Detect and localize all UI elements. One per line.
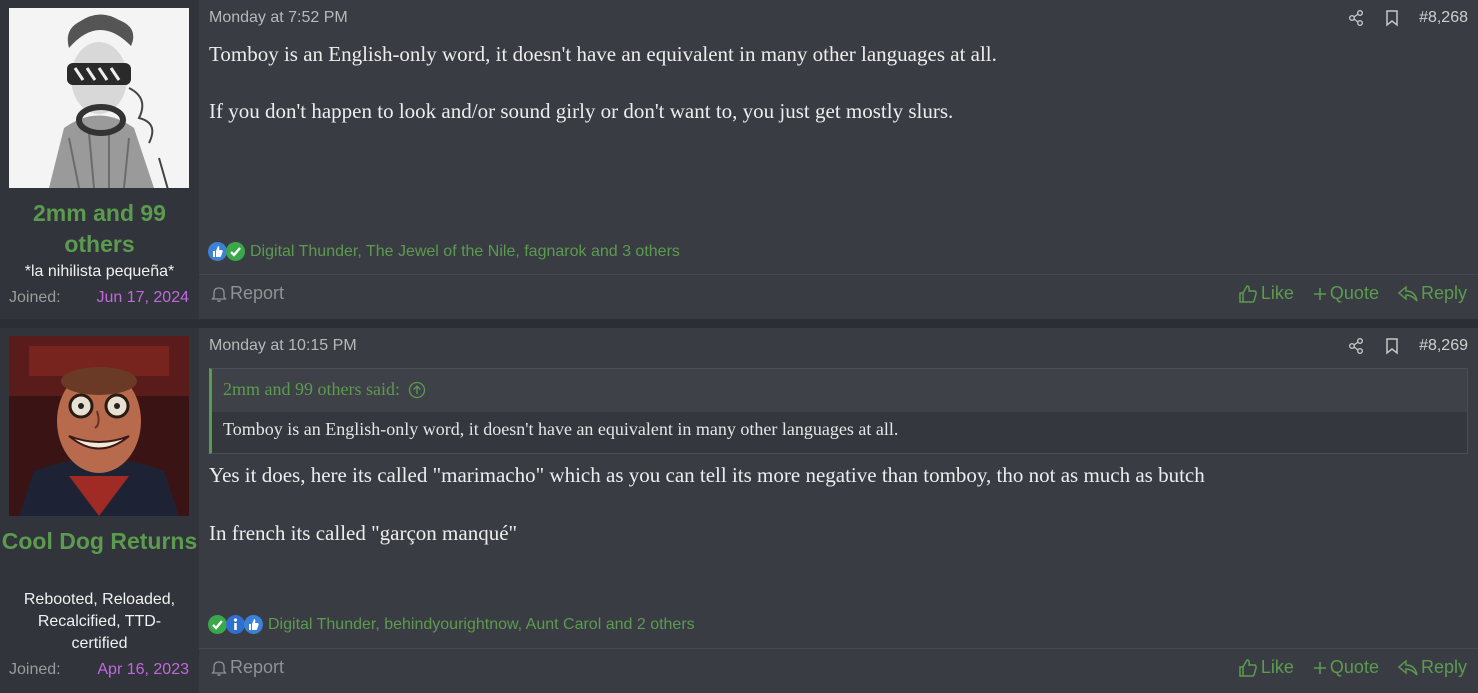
like-label: Like xyxy=(1260,283,1294,303)
post-header-tools: #8,268 xyxy=(1347,9,1468,27)
report-button[interactable]: Report xyxy=(211,283,284,304)
like-icon xyxy=(208,242,227,261)
reactions-bar[interactable]: Digital Thunder, The Jewel of the Nile, … xyxy=(208,242,680,261)
arrow-up-circle-icon[interactable] xyxy=(408,381,426,399)
reactions-users[interactable]: Digital Thunder, behindyourightnow, Aunt… xyxy=(268,616,695,634)
thumbs-up-icon xyxy=(1239,658,1257,677)
user-title: *la nihilista pequeña* xyxy=(24,263,175,280)
agree-icon xyxy=(226,242,245,261)
bell-icon xyxy=(211,286,227,302)
like-label: Like xyxy=(1260,657,1294,677)
report-button[interactable]: Report xyxy=(211,657,284,678)
message-paragraph: Yes it does, here its called "marimacho"… xyxy=(209,463,1205,487)
joined-label: Joined: xyxy=(9,289,61,306)
like-button[interactable]: Like xyxy=(1238,283,1294,304)
quote-label: Quote xyxy=(1329,657,1379,677)
post-timestamp[interactable]: Monday at 10:15 PM xyxy=(209,337,357,355)
quote-button[interactable]: Quote xyxy=(1313,657,1379,678)
reactions-bar[interactable]: Digital Thunder, behindyourightnow, Aunt… xyxy=(208,615,695,634)
bell-icon xyxy=(211,660,227,676)
message-paragraph: If you don't happen to look and/or sound… xyxy=(209,99,954,123)
thumbs-up-icon xyxy=(1239,284,1257,303)
joined-date: Apr 16, 2023 xyxy=(97,661,189,678)
reply-label: Reply xyxy=(1420,283,1467,303)
plus-icon xyxy=(1313,661,1326,674)
quote-block: 2mm and 99 others said: Tomboy is an Eng… xyxy=(209,368,1468,454)
reactions-users[interactable]: Digital Thunder, The Jewel of the Nile, … xyxy=(250,243,680,261)
quote-attribution[interactable]: 2mm and 99 others said: xyxy=(223,379,426,400)
post: 2mm and 99 others *la nihilista pequeña*… xyxy=(0,0,1478,319)
like-button[interactable]: Like xyxy=(1238,657,1294,678)
post-header-tools: #8,269 xyxy=(1347,337,1468,355)
reply-icon xyxy=(1397,658,1418,675)
agree-icon xyxy=(208,615,227,634)
username[interactable]: 2mm and 99 others xyxy=(0,198,199,260)
bookmark-icon[interactable] xyxy=(1383,337,1401,355)
avatar[interactable] xyxy=(9,8,189,188)
quote-text: Tomboy is an English-only word, it doesn… xyxy=(212,412,1467,453)
post-number-link[interactable]: #8,269 xyxy=(1419,337,1468,355)
post-number-link[interactable]: #8,268 xyxy=(1419,9,1468,27)
bookmark-icon[interactable] xyxy=(1383,9,1401,27)
user-title: Rebooted, Reloaded, Recalcified, TTD-cer… xyxy=(23,591,176,652)
message-paragraph: In french its called "garçon manqué" xyxy=(209,521,518,545)
post-sidebar: 2mm and 99 others *la nihilista pequeña*… xyxy=(0,0,199,319)
like-icon xyxy=(244,615,263,634)
share-icon[interactable] xyxy=(1347,337,1365,355)
post-message: Yes it does, here its called "marimacho"… xyxy=(209,462,1468,546)
quote-button[interactable]: Quote xyxy=(1313,283,1379,304)
post-actions: Like Quote Reply xyxy=(1238,657,1467,678)
username[interactable]: Cool Dog Returns xyxy=(0,526,199,557)
plus-icon xyxy=(1313,287,1326,300)
share-icon[interactable] xyxy=(1347,9,1365,27)
message-paragraph: Tomboy is an English-only word, it doesn… xyxy=(209,42,997,66)
quote-label: Quote xyxy=(1329,283,1379,303)
quote-author[interactable]: 2mm and 99 others said: xyxy=(223,379,400,400)
reply-button[interactable]: Reply xyxy=(1397,657,1467,678)
avatar[interactable] xyxy=(9,336,189,516)
joined-label: Joined: xyxy=(9,661,61,678)
post-sidebar: Cool Dog Returns Rebooted, Reloaded, Rec… xyxy=(0,328,199,693)
post-timestamp[interactable]: Monday at 7:52 PM xyxy=(209,9,348,27)
reply-label: Reply xyxy=(1420,657,1467,677)
report-label: Report xyxy=(230,657,285,677)
post-footer: Report Like Quote Reply xyxy=(199,274,1478,319)
joined-date: Jun 17, 2024 xyxy=(96,289,189,306)
post-message: Tomboy is an English-only word, it doesn… xyxy=(209,41,1468,124)
reply-button[interactable]: Reply xyxy=(1397,283,1467,304)
post-actions: Like Quote Reply xyxy=(1238,283,1467,304)
post-main: Monday at 7:52 PM #8,268 Tomboy is an En… xyxy=(199,0,1478,319)
reply-icon xyxy=(1397,284,1418,301)
post-main: Monday at 10:15 PM #8,269 2mm and 99 oth… xyxy=(199,328,1478,693)
report-label: Report xyxy=(230,283,285,303)
post-footer: Report Like Quote Reply xyxy=(199,648,1478,693)
informative-icon xyxy=(226,615,245,634)
post: Cool Dog Returns Rebooted, Reloaded, Rec… xyxy=(0,328,1478,693)
